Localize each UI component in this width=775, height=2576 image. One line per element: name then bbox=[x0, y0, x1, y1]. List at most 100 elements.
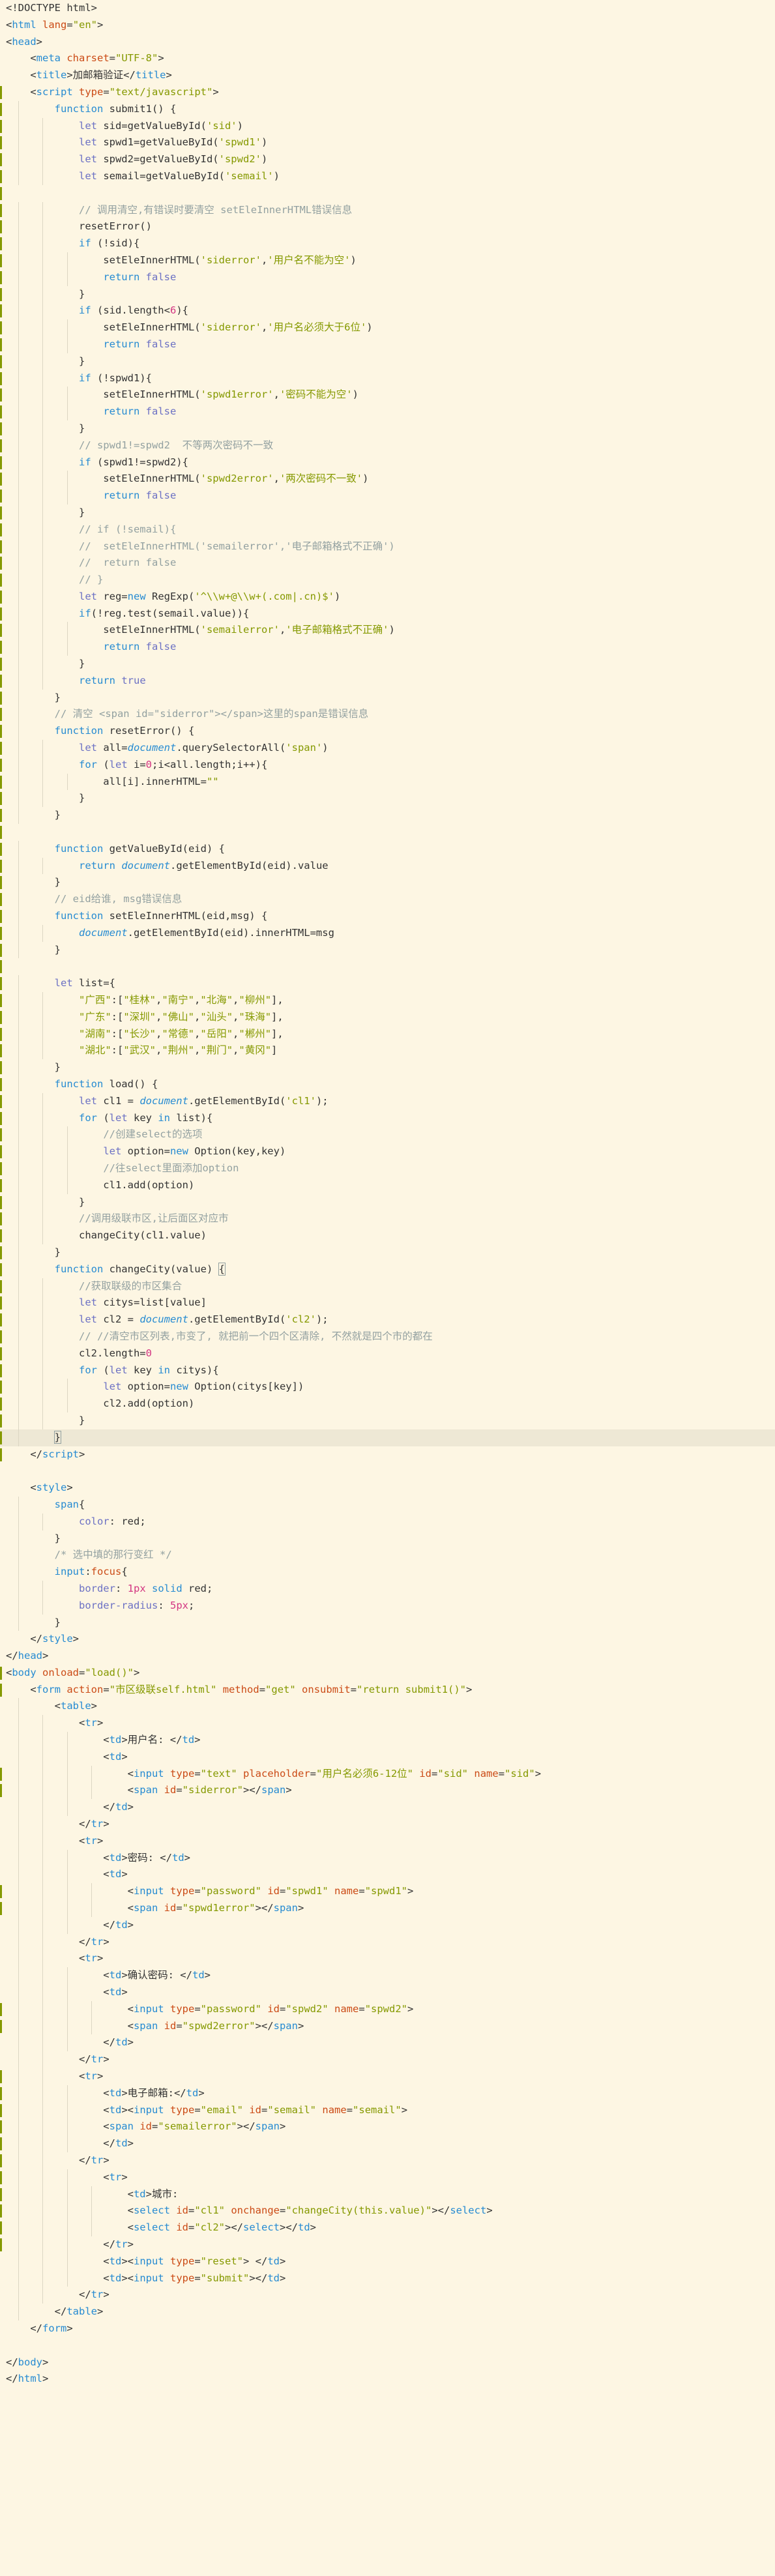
code-line[interactable]: </tr> bbox=[0, 2287, 775, 2304]
code-line[interactable]: } bbox=[0, 504, 775, 521]
code-line[interactable]: return true bbox=[0, 672, 775, 690]
code-line[interactable]: } bbox=[0, 1614, 775, 1632]
code-line[interactable]: setEleInnerHTML('semailerror','电子邮箱格式不正确… bbox=[0, 622, 775, 639]
code-line[interactable]: </tr> bbox=[0, 2236, 775, 2253]
code-line[interactable]: let option=new Option(citys[key]) bbox=[0, 1379, 775, 1396]
code-editor[interactable]: <!DOCTYPE html> <html lang="en"> <head> <m… bbox=[0, 0, 775, 2576]
code-line[interactable]: color: red; bbox=[0, 1513, 775, 1530]
code-line[interactable]: </tr> bbox=[0, 1816, 775, 1833]
code-line[interactable]: } bbox=[0, 874, 775, 892]
code-line[interactable]: cl2.length=0 bbox=[0, 1345, 775, 1362]
code-line[interactable]: <tr> bbox=[0, 1715, 775, 1733]
code-line[interactable]: let semail=getValueById('semail') bbox=[0, 168, 775, 185]
code-line[interactable]: // 清空 <span id="siderror"></span>这里的span… bbox=[0, 706, 775, 724]
code-line[interactable]: if (!sid){ bbox=[0, 235, 775, 252]
code-line[interactable]: let reg=new RegExp('^\\w+@\\w+(.com|.cn)… bbox=[0, 588, 775, 606]
code-line[interactable]: </form> bbox=[0, 2320, 775, 2337]
code-line[interactable]: let cl1 = document.getElementById('cl1')… bbox=[0, 1092, 775, 1110]
code-line[interactable]: <meta charset="UTF-8"> bbox=[0, 50, 775, 67]
code-line[interactable]: <body onload="load()"> bbox=[0, 1665, 775, 1682]
code-line[interactable]: // //清空市区列表,市变了, 就把前一个四个区清除, 不然就是四个市的都在 bbox=[0, 1328, 775, 1345]
code-line[interactable]: "湖南":["长沙","常德","岳阳","郴州"], bbox=[0, 1025, 775, 1043]
code-line[interactable]: </body> bbox=[0, 2354, 775, 2371]
code-line[interactable]: let citys=list[value] bbox=[0, 1295, 775, 1312]
code-line[interactable]: changeCity(cl1.value) bbox=[0, 1227, 775, 1244]
code-line[interactable]: <title>加邮箱验证</title> bbox=[0, 67, 775, 84]
code-line[interactable]: </td> bbox=[0, 1916, 775, 1934]
code-line[interactable]: } bbox=[0, 656, 775, 673]
code-line[interactable]: for (let i=0;i<all.length;i++){ bbox=[0, 756, 775, 774]
code-line[interactable]: </style> bbox=[0, 1631, 775, 1648]
code-line[interactable]: <td>用户名: </td> bbox=[0, 1732, 775, 1749]
code-line[interactable]: function changeCity(value) { bbox=[0, 1261, 775, 1278]
code-line[interactable]: resetError() bbox=[0, 218, 775, 236]
code-line[interactable]: let all=document.querySelectorAll('span'… bbox=[0, 740, 775, 757]
code-line[interactable]: <select id="cl2"></select></td> bbox=[0, 2219, 775, 2236]
code-line[interactable]: if(!reg.test(semail.value)){ bbox=[0, 605, 775, 622]
code-line[interactable]: <td><input type="email" id="semail" name… bbox=[0, 2101, 775, 2119]
code-line[interactable]: border-radius: 5px; bbox=[0, 1597, 775, 1615]
code-line[interactable]: } bbox=[0, 1244, 775, 1261]
code-line[interactable] bbox=[0, 1463, 775, 1480]
code-line[interactable]: <select id="cl1" onchange="changeCity(th… bbox=[0, 2203, 775, 2220]
code-line[interactable]: <td>城市: bbox=[0, 2186, 775, 2203]
code-line[interactable]: <script type="text/javascript"> bbox=[0, 84, 775, 101]
code-line[interactable]: </td> bbox=[0, 2135, 775, 2152]
code-line[interactable]: </tr> bbox=[0, 2152, 775, 2169]
code-line[interactable]: "广西":["桂林","南宁","北海","柳州"], bbox=[0, 992, 775, 1009]
code-line[interactable]: <td>电子邮箱:</td> bbox=[0, 2085, 775, 2102]
code-line[interactable]: <span id="semailerror"></span> bbox=[0, 2118, 775, 2136]
code-line[interactable]: // return false bbox=[0, 555, 775, 572]
code-line[interactable]: } bbox=[0, 1193, 775, 1211]
code-line[interactable]: return false bbox=[0, 336, 775, 353]
code-line[interactable]: cl1.add(option) bbox=[0, 1177, 775, 1194]
code-line[interactable]: return false bbox=[0, 488, 775, 505]
code-line[interactable]: //获取联级的市区集合 bbox=[0, 1278, 775, 1295]
code-line[interactable]: document.getElementById(eid).innerHTML=m… bbox=[0, 924, 775, 942]
code-line[interactable]: <input type="text" placeholder="用户名必须6-1… bbox=[0, 1765, 775, 1783]
code-line[interactable]: </script> bbox=[0, 1446, 775, 1463]
code-line[interactable]: for (let key in list){ bbox=[0, 1109, 775, 1127]
code-line[interactable]: if (spwd1!=spwd2){ bbox=[0, 454, 775, 471]
code-line[interactable] bbox=[0, 185, 775, 202]
code-line[interactable]: <tr> bbox=[0, 2169, 775, 2186]
code-line[interactable]: <table> bbox=[0, 1698, 775, 1716]
code-line[interactable]: <span id="spwd1error"></span> bbox=[0, 1900, 775, 1917]
code-line[interactable]: let option=new Option(key,key) bbox=[0, 1143, 775, 1160]
code-line[interactable]: <td>密码: </td> bbox=[0, 1849, 775, 1867]
code-line[interactable] bbox=[0, 824, 775, 841]
code-line[interactable]: <form action="市区级联self.html" method="get… bbox=[0, 1682, 775, 1699]
code-line[interactable]: let list={ bbox=[0, 975, 775, 993]
code-line[interactable]: return false bbox=[0, 403, 775, 420]
code-line[interactable]: return false bbox=[0, 269, 775, 286]
code-line[interactable]: </td> bbox=[0, 1799, 775, 1817]
code-line[interactable]: cl2.add(option) bbox=[0, 1396, 775, 1412]
code-line[interactable]: } bbox=[0, 420, 775, 437]
code-line[interactable]: let sid=getValueById('sid') bbox=[0, 117, 775, 135]
code-line[interactable]: setEleInnerHTML('spwd1error','密码不能为空') bbox=[0, 387, 775, 404]
code-line[interactable]: </tr> bbox=[0, 1933, 775, 1951]
code-line[interactable]: <td> bbox=[0, 1866, 775, 1884]
code-line[interactable]: for (let key in citys){ bbox=[0, 1362, 775, 1379]
code-line[interactable]: setEleInnerHTML('siderror','用户名必须大于6位') bbox=[0, 319, 775, 336]
code-line[interactable]: //往select里面添加option bbox=[0, 1160, 775, 1177]
code-line[interactable]: function submit1() { bbox=[0, 100, 775, 118]
code-line[interactable]: // 调用清空,有错误时要清空 setEleInnerHTML错误信息 bbox=[0, 201, 775, 219]
code-line[interactable]: if (sid.length<6){ bbox=[0, 302, 775, 320]
code-line[interactable]: <input type="password" id="spwd1" name="… bbox=[0, 1883, 775, 1901]
code-line[interactable]: </tr> bbox=[0, 2051, 775, 2069]
code-line[interactable] bbox=[0, 2337, 775, 2354]
code-line[interactable]: all[i].innerHTML="" bbox=[0, 773, 775, 791]
code-line[interactable]: } bbox=[0, 353, 775, 370]
code-line[interactable]: // if (!semail){ bbox=[0, 521, 775, 538]
code-line[interactable]: input:focus{ bbox=[0, 1564, 775, 1581]
code-line[interactable]: setEleInnerHTML('siderror','用户名不能为空') bbox=[0, 252, 775, 269]
code-line[interactable]: } bbox=[0, 285, 775, 303]
code-line[interactable]: function load() { bbox=[0, 1076, 775, 1093]
code-line[interactable]: </html> bbox=[0, 2371, 775, 2388]
code-line[interactable]: span{ bbox=[0, 1496, 775, 1514]
code-line[interactable]: <span id="spwd2error"></span> bbox=[0, 2017, 775, 2035]
code-line[interactable]: <style> bbox=[0, 1480, 775, 1497]
code-line[interactable]: //调用级联市区,让后面区对应市 bbox=[0, 1210, 775, 1228]
code-line[interactable]: } bbox=[0, 1412, 775, 1429]
